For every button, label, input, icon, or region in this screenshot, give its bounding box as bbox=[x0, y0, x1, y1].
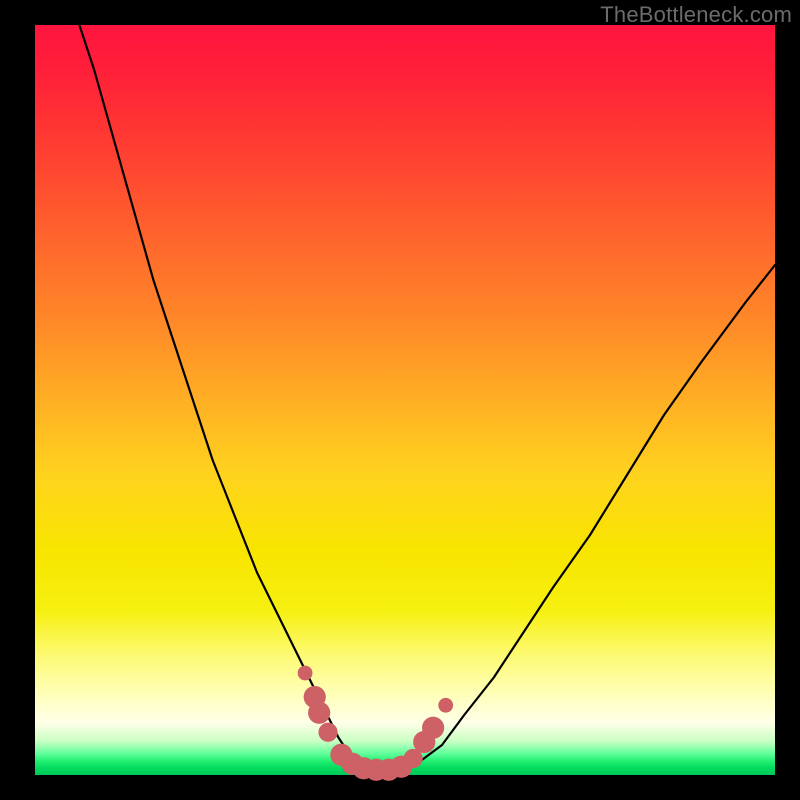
marker-dot bbox=[298, 666, 313, 681]
marker-dot bbox=[308, 702, 330, 724]
chart-stage: TheBottleneck.com bbox=[0, 0, 800, 800]
marker-dot bbox=[422, 717, 444, 739]
highlight-markers bbox=[298, 666, 453, 781]
chart-svg bbox=[35, 25, 775, 775]
bottleneck-curve bbox=[79, 25, 775, 773]
marker-dot bbox=[318, 723, 337, 742]
plot-area bbox=[35, 25, 775, 775]
marker-dot bbox=[438, 698, 453, 713]
